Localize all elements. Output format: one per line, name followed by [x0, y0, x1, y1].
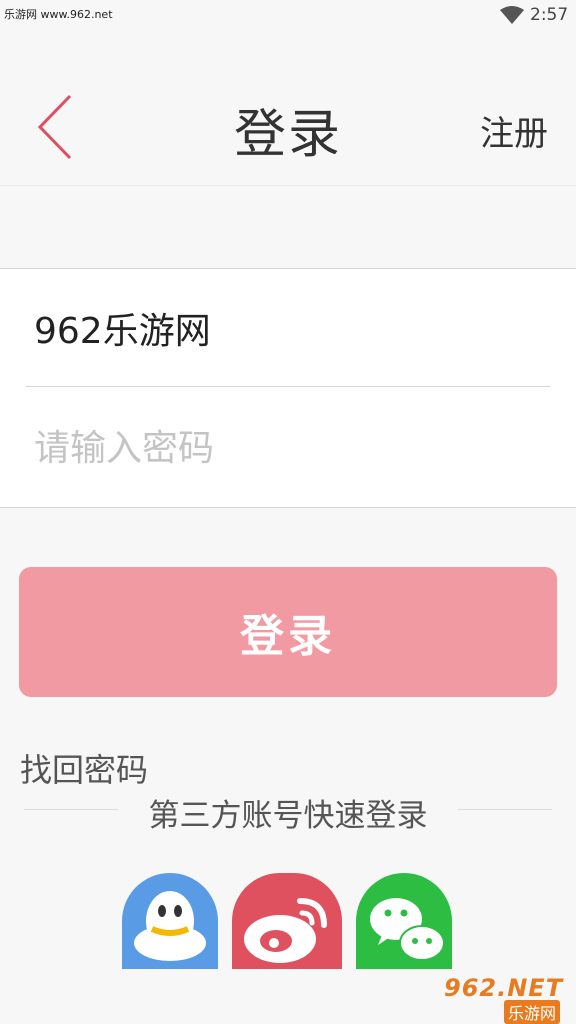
wechat-icon [370, 898, 445, 961]
site-watermark: 962.NET 乐游网 [444, 974, 570, 1024]
username-field[interactable] [26, 269, 550, 387]
weibo-login-button[interactable] [232, 873, 342, 969]
login-button[interactable]: 登录 [19, 567, 557, 697]
qq-icon [134, 891, 206, 961]
login-form [0, 268, 576, 508]
qq-login-button[interactable] [122, 873, 218, 969]
weibo-icon [244, 898, 327, 963]
wechat-login-button[interactable] [356, 873, 452, 969]
password-field[interactable] [26, 389, 550, 507]
third-party-label: 第三方账号快速登录 [148, 798, 428, 834]
header: 登录 注册 [0, 30, 576, 186]
register-link[interactable]: 注册 [480, 106, 548, 155]
divider-right [458, 809, 552, 810]
status-time: 2:57 [530, 5, 569, 25]
watermark-subtext: 乐游网 [504, 1000, 561, 1024]
watermark-logo: 962.NET [444, 974, 564, 1002]
wifi-icon [500, 6, 524, 24]
forgot-password-link[interactable]: 找回密码 [20, 745, 148, 791]
status-bar: 乐游网 www.962.net 2:57 [0, 0, 576, 35]
divider-left [24, 809, 118, 810]
